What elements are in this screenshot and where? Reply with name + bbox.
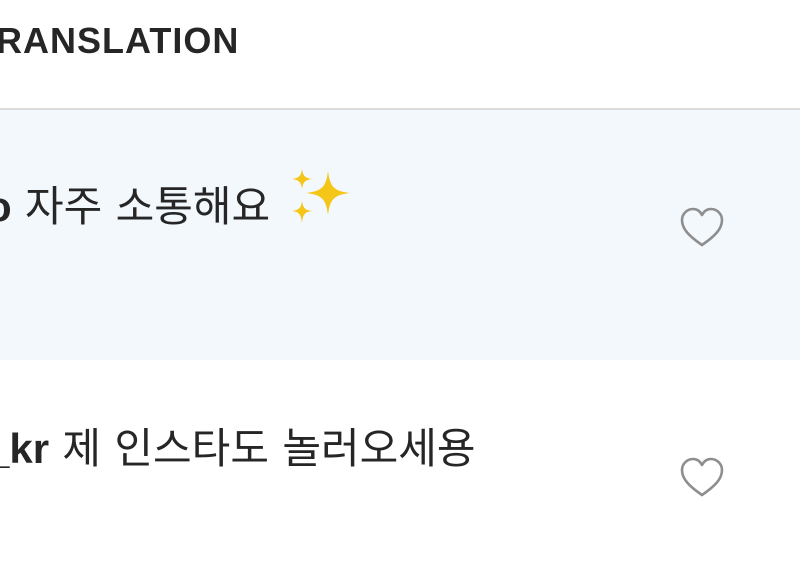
like-heart-icon[interactable]: [679, 206, 725, 248]
see-translation-link[interactable]: RANSLATION: [0, 20, 239, 62]
comment-username[interactable]: _kr: [0, 425, 49, 472]
comments-panel: RANSLATION o 자주 소통해요 _kr 제 인스타도 놀러오세용: [0, 0, 800, 582]
comment-username[interactable]: o: [0, 183, 12, 230]
panel-header: RANSLATION: [0, 0, 800, 110]
comment-body: 자주 소통해요: [11, 182, 271, 231]
comment-content: o 자주 소통해요: [0, 165, 354, 234]
comment-row: _kr 제 인스타도 놀러오세용: [0, 360, 800, 582]
sparkles-icon: [292, 169, 351, 223]
comment-content: _kr 제 인스타도 놀러오세용: [0, 415, 476, 476]
like-heart-icon[interactable]: [679, 456, 725, 498]
comment-row: o 자주 소통해요: [0, 110, 800, 360]
comment-body: 제 인스타도 놀러오세용: [49, 424, 476, 473]
